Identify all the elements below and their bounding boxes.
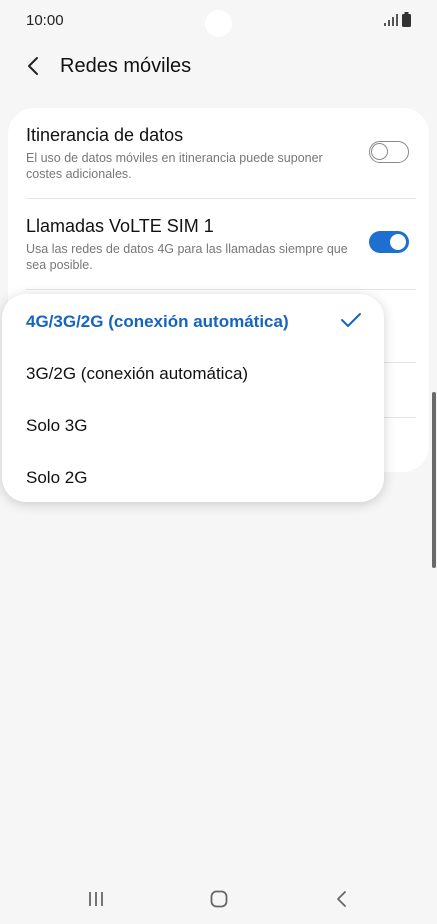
menu-item-solo-2g[interactable]: Solo 2G: [26, 468, 87, 488]
setting-title: Llamadas VoLTE SIM 1: [26, 216, 214, 236]
app-bar: Redes móviles: [0, 44, 437, 94]
setting-description: El uso de datos móviles en itinerancia p…: [26, 151, 323, 181]
recents-icon: [89, 892, 103, 906]
network-mode-menu: 4G/3G/2G (conexión automática) 3G/2G (co…: [2, 294, 384, 502]
navigation-bar: [0, 874, 437, 924]
setting-title: Itinerancia de datos: [26, 125, 184, 145]
back-button[interactable]: [20, 52, 48, 80]
menu-item-4g-3g-2g[interactable]: 4G/3G/2G (conexión automática): [26, 312, 289, 332]
setting-description: Usa las redes de datos 4G para las llama…: [26, 242, 348, 272]
status-time: 10:00: [26, 12, 64, 29]
setting-data-roaming[interactable]: Itinerancia de datos El uso de datos móv…: [8, 108, 429, 198]
data-roaming-toggle[interactable]: [369, 141, 409, 163]
back-icon: [337, 891, 346, 907]
toggle-knob: [371, 143, 388, 160]
chevron-left-icon: [28, 57, 38, 75]
signal-icon: [384, 14, 398, 26]
battery-icon: [402, 12, 411, 27]
check-icon: [341, 313, 361, 327]
home-icon: [210, 890, 228, 908]
recents-button[interactable]: [86, 890, 106, 908]
page-title: Redes móviles: [60, 55, 192, 77]
toggle-knob: [388, 232, 408, 252]
menu-item-3g-2g[interactable]: 3G/2G (conexión automática): [26, 364, 248, 384]
menu-item-solo-3g[interactable]: Solo 3G: [26, 416, 87, 436]
status-bar: 10:00: [0, 0, 437, 44]
setting-volte-sim1[interactable]: Llamadas VoLTE SIM 1 Usa las redes de da…: [8, 199, 429, 289]
volte-toggle[interactable]: [369, 231, 409, 253]
divider: [26, 289, 416, 290]
home-button[interactable]: [210, 890, 228, 908]
nav-back-button[interactable]: [334, 889, 348, 909]
scrollbar[interactable]: [432, 392, 436, 568]
camera-cutout: [205, 10, 232, 37]
